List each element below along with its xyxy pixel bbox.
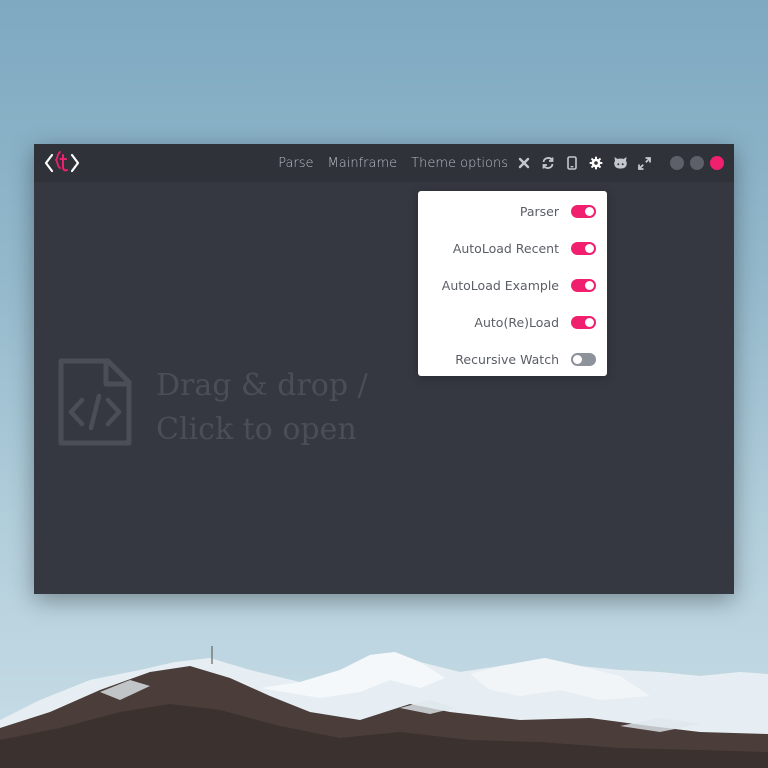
- refresh-icon[interactable]: [540, 155, 556, 171]
- dropzone-line2: Click to open: [156, 412, 357, 447]
- setting-autoload-recent[interactable]: AutoLoad Recent: [418, 234, 607, 262]
- dropzone-text: Drag & drop / Click to open: [156, 364, 368, 452]
- code-file-icon: [58, 358, 132, 446]
- title-bar: Parse Mainframe Theme options: [34, 144, 734, 182]
- main-nav: Parse Mainframe Theme options: [278, 144, 508, 182]
- github-icon[interactable]: [612, 155, 628, 171]
- mountain-background: [0, 646, 768, 768]
- auto-reload-toggle[interactable]: [571, 315, 596, 329]
- recursive-watch-toggle[interactable]: [571, 352, 596, 366]
- nav-mainframe[interactable]: Mainframe: [328, 156, 398, 171]
- setting-autoload-example[interactable]: AutoLoad Example: [418, 271, 607, 299]
- autoload-recent-toggle[interactable]: [571, 241, 596, 255]
- expand-icon[interactable]: [636, 155, 652, 171]
- setting-label: Recursive Watch: [455, 351, 559, 367]
- app-window: Parse Mainframe Theme options Drag & dro…: [34, 144, 734, 594]
- gear-icon[interactable]: [588, 155, 604, 171]
- dropzone[interactable]: Drag & drop / Click to open: [58, 358, 398, 448]
- setting-recursive-watch[interactable]: Recursive Watch: [418, 345, 607, 373]
- window-controls: [670, 156, 724, 170]
- nav-theme-options[interactable]: Theme options: [411, 156, 508, 171]
- toolbar: [516, 144, 652, 182]
- parser-toggle[interactable]: [571, 204, 596, 218]
- app-logo-icon: [44, 151, 80, 173]
- close-dot[interactable]: [710, 156, 724, 170]
- mobile-icon[interactable]: [564, 155, 580, 171]
- autoload-example-toggle[interactable]: [571, 278, 596, 292]
- setting-label: AutoLoad Example: [441, 277, 559, 293]
- close-icon[interactable]: [516, 155, 532, 171]
- setting-auto-reload[interactable]: Auto(Re)Load: [418, 308, 607, 336]
- setting-label: AutoLoad Recent: [452, 240, 559, 256]
- setting-parser[interactable]: Parser: [418, 197, 607, 225]
- nav-parse[interactable]: Parse: [278, 156, 313, 171]
- dropzone-line1: Drag & drop /: [156, 368, 368, 403]
- settings-menu: Parser AutoLoad Recent AutoLoad Example …: [418, 191, 607, 376]
- maximize-dot[interactable]: [690, 156, 704, 170]
- minimize-dot[interactable]: [670, 156, 684, 170]
- setting-label: Auto(Re)Load: [474, 314, 559, 330]
- setting-label: Parser: [519, 203, 559, 219]
